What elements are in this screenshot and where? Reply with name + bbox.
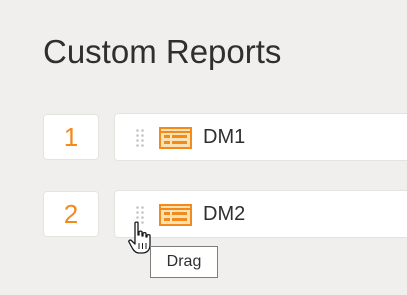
report-name: DM1	[203, 126, 246, 148]
report-icon	[159, 127, 192, 149]
report-row-1[interactable]: DM1	[114, 113, 407, 161]
drag-handle-icon[interactable]	[135, 128, 145, 148]
row-number-2: 2	[43, 191, 99, 237]
report-icon	[159, 204, 192, 226]
row-number-1: 1	[43, 114, 99, 160]
report-name: DM2	[203, 203, 246, 225]
page-title: Custom Reports	[43, 33, 282, 70]
report-row-2[interactable]: DM2	[114, 190, 407, 238]
drag-tooltip: Drag	[150, 246, 218, 278]
